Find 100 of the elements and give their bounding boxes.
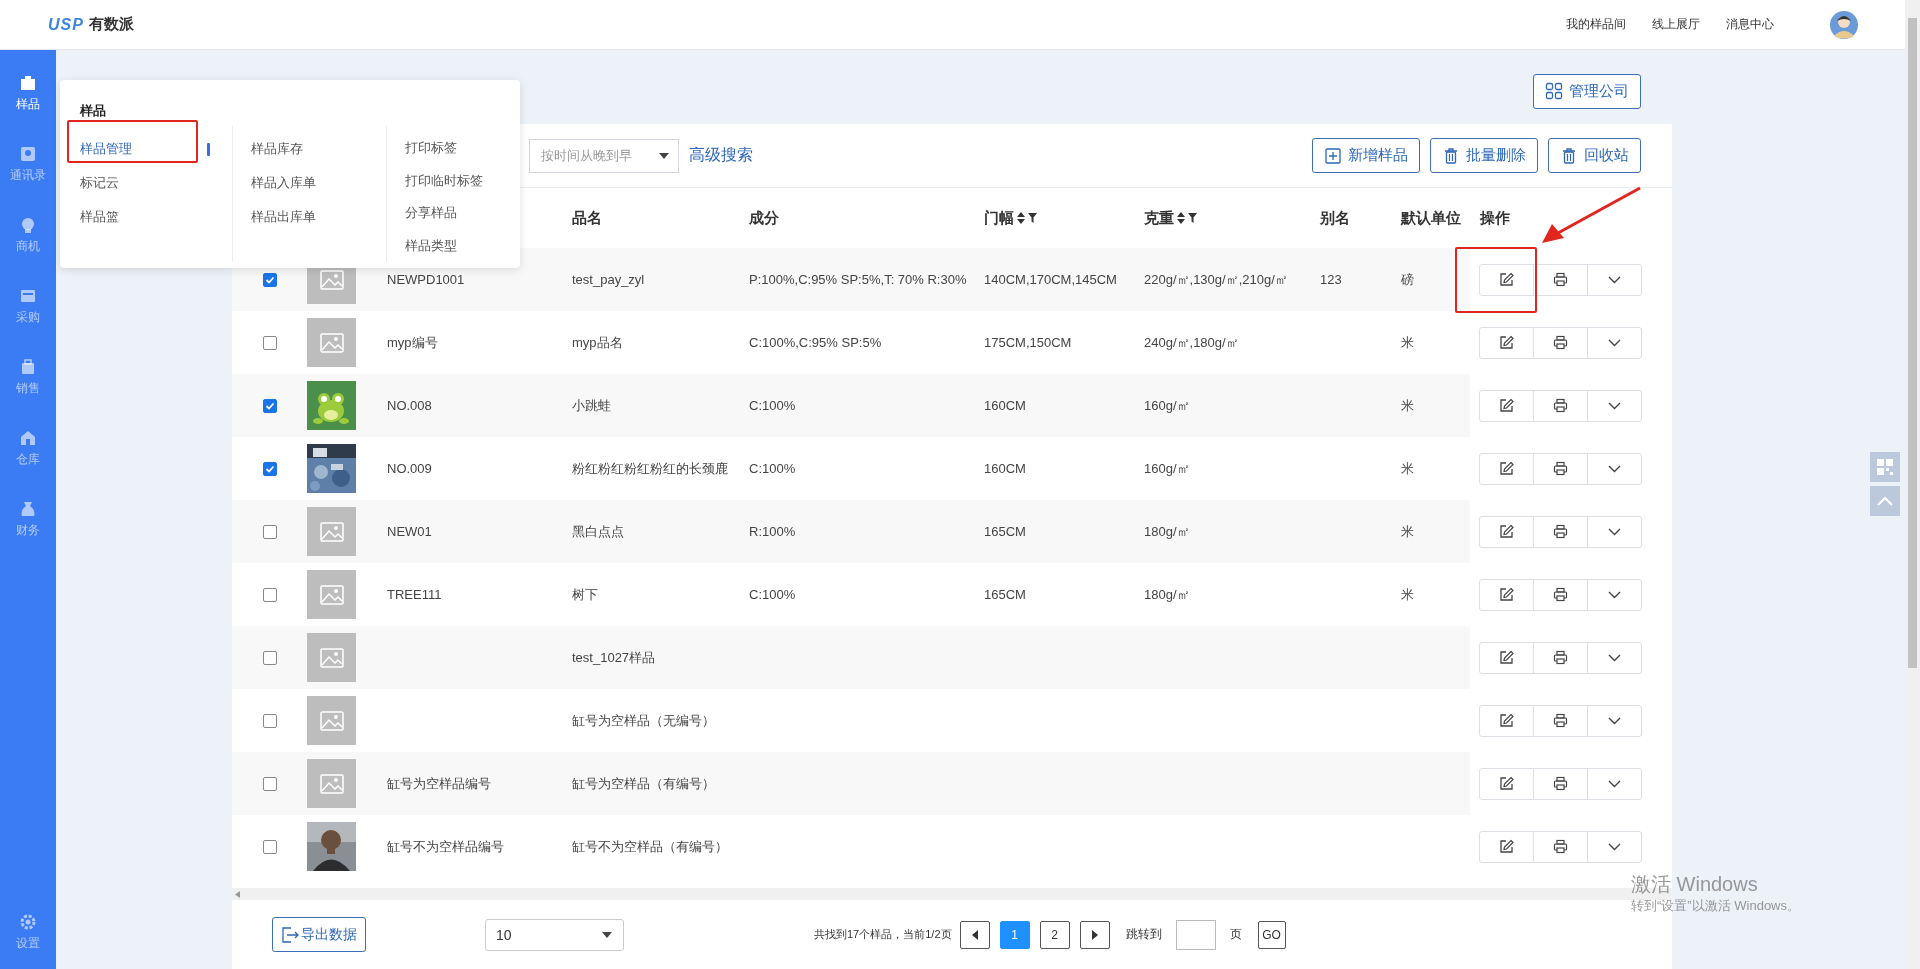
row-checkbox[interactable] xyxy=(262,335,277,350)
export-button[interactable]: 导出数据 xyxy=(272,917,366,952)
trash-icon xyxy=(1560,146,1578,165)
activation-notice-text: 转到“设置”以激活 Windows。 xyxy=(1631,897,1800,915)
toolbar-button[interactable]: 回收站 xyxy=(1548,138,1641,173)
table-cell-text: NO.008 xyxy=(386,396,433,415)
image-icon xyxy=(319,521,344,542)
table-cell-text: NO.009 xyxy=(386,459,433,478)
table-cell-text: 165CM xyxy=(983,585,1027,604)
row-checkbox[interactable] xyxy=(262,587,277,602)
page-summary: 共找到17个样品，当前1/2页 xyxy=(814,927,952,942)
next-page-button[interactable] xyxy=(1079,920,1110,949)
edit-icon xyxy=(1499,839,1514,854)
menu-item[interactable]: 样品出库单 xyxy=(251,200,386,234)
table-cell-text: 160g/㎡ xyxy=(1143,459,1191,478)
printer-icon xyxy=(1553,398,1568,413)
table-cell-text: 160g/㎡ xyxy=(1143,396,1191,415)
printer-icon xyxy=(1553,272,1568,287)
table-cell-text: 缸号不为空样品（有编号） xyxy=(571,837,729,856)
menu-item[interactable]: 标记云 xyxy=(80,166,232,200)
printer-icon xyxy=(1553,524,1568,539)
grid-icon xyxy=(1545,82,1563,100)
toolbar-button[interactable]: 新增样品 xyxy=(1312,138,1420,173)
row-checkbox[interactable] xyxy=(262,650,277,665)
row-checkbox[interactable] xyxy=(262,398,277,413)
printer-icon xyxy=(1553,713,1568,728)
plus-icon xyxy=(1324,146,1342,165)
printer-icon xyxy=(1553,650,1568,665)
manage-company-button[interactable]: 管理公司 xyxy=(1533,73,1641,109)
nav-link[interactable]: 我的样品间 xyxy=(1566,16,1626,33)
trash-icon xyxy=(1442,146,1460,165)
column-header: 克重 xyxy=(1144,208,1174,228)
printer-icon xyxy=(1553,587,1568,602)
table-cell-text: 160CM xyxy=(983,459,1027,478)
page-button[interactable]: 2 xyxy=(1039,920,1070,949)
nav-link[interactable]: 消息中心 xyxy=(1726,16,1774,33)
table-cell-text: myp编号 xyxy=(386,333,439,352)
vertical-scrollbar[interactable] xyxy=(1905,0,1920,969)
row-checkbox[interactable] xyxy=(262,272,277,287)
menu-item[interactable]: 样品入库单 xyxy=(251,166,386,200)
row-checkbox[interactable] xyxy=(262,461,277,476)
menu-title: 样品 xyxy=(80,102,107,120)
table-cell-text: 180g/㎡ xyxy=(1143,522,1191,541)
checkmark-icon xyxy=(264,400,275,411)
table-cell-text: NEWPD1001 xyxy=(386,270,466,289)
avatar-icon[interactable] xyxy=(1830,10,1858,39)
export-icon xyxy=(281,925,299,944)
table-cell-text: C:100% xyxy=(748,396,797,415)
caret-icon xyxy=(658,151,670,160)
triangle-left-icon xyxy=(970,929,979,940)
edit-icon xyxy=(1499,272,1514,287)
menu-item[interactable]: 分享样品 xyxy=(405,197,483,230)
sidebar-label: 设置 xyxy=(16,937,40,949)
table-cell-text: 175CM,150CM xyxy=(983,333,1073,352)
menu-item[interactable]: 打印临时标签 xyxy=(405,164,483,197)
page-button[interactable]: 1 xyxy=(999,920,1030,949)
row-checkbox[interactable] xyxy=(262,839,277,854)
printer-icon xyxy=(1553,776,1568,791)
row-checkbox[interactable] xyxy=(262,713,277,728)
table-cell-text: 160CM xyxy=(983,396,1027,415)
table-cell-text: 123 xyxy=(1319,270,1343,289)
row-checkbox[interactable] xyxy=(262,524,277,539)
toolbar-button[interactable]: 批量删除 xyxy=(1430,138,1538,173)
printer-icon xyxy=(1553,461,1568,476)
table-cell-text: 缸号不为空样品编号 xyxy=(386,837,505,856)
table-cell-text: 磅 xyxy=(1400,270,1415,289)
logo-text: 有数派 xyxy=(88,15,134,34)
sidebar-item[interactable]: 样品 xyxy=(0,68,56,139)
column-header: 成分 xyxy=(748,208,780,228)
previous-page-button[interactable] xyxy=(959,920,990,949)
table-cell-text: 树下 xyxy=(571,585,599,604)
edit-icon xyxy=(1499,776,1514,791)
image-icon xyxy=(319,647,344,668)
sidebar-label: 采购 xyxy=(16,311,40,323)
menu-item[interactable]: 打印标签 xyxy=(405,132,483,165)
row-checkbox[interactable] xyxy=(262,776,277,791)
table-cell-text: NEW01 xyxy=(386,522,433,541)
jump-label: 跳转到 xyxy=(1125,926,1162,943)
menu-item[interactable]: 样品管理 xyxy=(80,132,210,166)
page-size-select[interactable]: 10 xyxy=(485,918,624,951)
menu-item[interactable]: 样品库存 xyxy=(251,132,386,166)
go-button[interactable]: GO xyxy=(1257,920,1286,949)
table-cell-text: 米 xyxy=(1400,333,1415,352)
table-cell-text: 米 xyxy=(1400,522,1415,541)
nav-link[interactable]: 线上展厅 xyxy=(1652,16,1700,33)
edit-icon xyxy=(1499,461,1514,476)
column-header: 默认单位 xyxy=(1399,208,1462,228)
bag-icon xyxy=(19,358,37,376)
edit-icon xyxy=(1499,713,1514,728)
advanced-search-link[interactable]: 高级搜索 xyxy=(689,145,753,166)
table-cell-text: 米 xyxy=(1400,585,1415,604)
scroll-left-icon xyxy=(235,890,240,898)
table-cell-text: TREE111 xyxy=(386,585,443,604)
menu-item[interactable]: 样品类型 xyxy=(405,229,483,262)
page-input[interactable] xyxy=(1175,919,1216,950)
table-cell-text: myp品名 xyxy=(571,333,624,352)
table-cell-text: C:100%,C:95% SP:5% xyxy=(748,333,883,352)
table-cell-text: 180g/㎡ xyxy=(1143,585,1191,604)
table-cell-text: 黑白点点 xyxy=(571,522,625,541)
menu-item[interactable]: 样品篮 xyxy=(80,200,232,234)
